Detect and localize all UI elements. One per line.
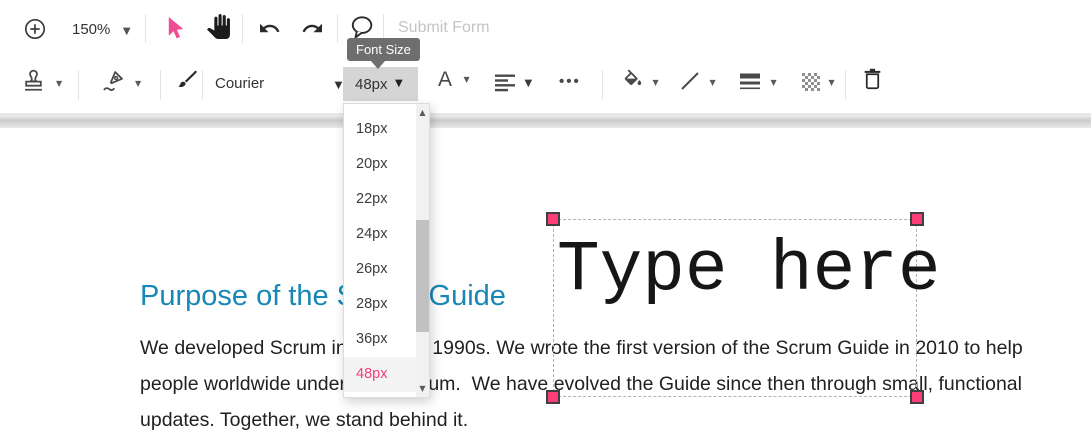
chevron-down-icon[interactable]: ▼ [135, 80, 141, 88]
divider [845, 70, 846, 100]
formatting-toolbar: ▼ ▼ Courier ▼ 48px ▼ A ▼ ▼ ••• ▼ ▼ ▼ ▼ [0, 57, 1091, 114]
font-size-select[interactable]: 48px ▼ [343, 67, 418, 101]
diagonal-line-icon [679, 72, 705, 96]
resize-handle-bottom-left[interactable] [546, 390, 560, 404]
page-edge-strip [0, 114, 1091, 128]
redo-icon [300, 23, 325, 41]
font-color-label: A [438, 68, 453, 91]
font-size-option[interactable]: 18px [344, 112, 416, 147]
font-size-option[interactable]: 22px [344, 182, 416, 217]
chevron-down-icon: ▼ [334, 80, 343, 91]
checker-pattern-icon [802, 73, 824, 95]
font-size-tooltip: Font Size [347, 38, 420, 69]
menu-scrollbar[interactable]: ▲ ▼ [416, 104, 429, 397]
redo-button[interactable] [299, 19, 325, 39]
stamp-icon [20, 69, 47, 98]
chevron-down-icon: ▼ [770, 78, 777, 87]
font-size-option-list: 18px 20px 22px 24px 26px 28px 36px 48px [344, 112, 416, 392]
resize-handle-top-right[interactable] [910, 212, 924, 226]
font-size-option[interactable]: 26px [344, 252, 416, 287]
chevron-down-icon: ▼ [122, 26, 131, 37]
cursor-arrow-icon [162, 17, 186, 45]
chevron-down-icon: ▼ [463, 75, 470, 84]
zoom-in-icon [23, 18, 47, 44]
chevron-down-icon: ▼ [828, 78, 835, 87]
resize-handle-top-left[interactable] [546, 212, 560, 226]
more-options-button[interactable]: ••• [559, 73, 581, 90]
font-family-select[interactable]: Courier ▼ [215, 75, 342, 93]
delete-button[interactable] [858, 66, 886, 96]
paint-bucket-icon [622, 69, 648, 96]
zoom-level-value: 150% [72, 21, 111, 38]
chevron-down-icon[interactable]: ▼ [56, 80, 62, 88]
brush-icon [174, 70, 200, 98]
font-size-option[interactable]: 28px [344, 287, 416, 322]
scroll-up-icon[interactable]: ▲ [416, 108, 429, 117]
divider [78, 70, 79, 100]
stamp-tool-button[interactable] [18, 66, 48, 98]
font-size-value: 48px [355, 76, 388, 93]
undo-icon [257, 23, 282, 41]
tooltip-label: Font Size [356, 42, 411, 57]
text-annotation-value[interactable]: Type here [557, 231, 940, 311]
line-weight-button[interactable]: ▼ [740, 73, 777, 96]
line-tool-button[interactable]: ▼ [679, 70, 716, 97]
font-size-menu: 18px 20px 22px 24px 26px 28px 36px 48px … [343, 103, 430, 398]
font-size-option-selected[interactable]: 48px [344, 357, 416, 392]
fountain-pen-icon [99, 71, 128, 98]
divider [145, 14, 146, 43]
document-heading: Purpose of the Scrum Guide [140, 280, 506, 312]
font-size-option[interactable]: 24px [344, 217, 416, 252]
divider [242, 14, 243, 43]
pattern-fill-button[interactable]: ▼ [802, 73, 835, 96]
scroll-down-icon[interactable]: ▼ [416, 384, 429, 393]
submit-form-button[interactable]: Submit Form [398, 19, 490, 37]
align-button[interactable]: ▼ [495, 74, 532, 97]
signature-tool-button[interactable] [97, 66, 129, 98]
fill-color-button[interactable]: ▼ [622, 69, 659, 97]
document-body-line: updates. Together, we stand behind it. [140, 409, 469, 431]
chevron-down-icon: ▼ [395, 78, 403, 89]
editor-window: 150% ▼ Submit Form ▼ ▼ Courier ▼ 48px ▼ … [0, 0, 1091, 446]
align-lines-icon [495, 74, 521, 96]
font-size-option[interactable]: 20px [344, 147, 416, 182]
select-tool-button[interactable] [161, 15, 187, 43]
zoom-level-select[interactable]: 150% ▼ [72, 21, 131, 39]
scrollbar-thumb[interactable] [416, 220, 429, 332]
draw-tool-button[interactable] [173, 66, 201, 98]
divider [202, 70, 203, 100]
hand-icon [206, 14, 231, 42]
divider [602, 70, 603, 100]
zoom-in-button[interactable] [22, 17, 48, 43]
chevron-down-icon: ▼ [652, 78, 659, 87]
font-color-button[interactable]: A ▼ [438, 68, 470, 92]
font-size-option[interactable]: 36px [344, 322, 416, 357]
tooltip-arrow [371, 61, 385, 69]
chevron-down-icon: ▼ [709, 78, 716, 87]
trash-icon [860, 68, 885, 96]
primary-toolbar: 150% ▼ Submit Form [0, 0, 1091, 57]
resize-handle-bottom-right[interactable] [910, 390, 924, 404]
font-family-value: Courier [215, 75, 265, 92]
divider [160, 70, 161, 100]
undo-button[interactable] [256, 19, 282, 39]
divider [337, 14, 338, 43]
hand-tool-button[interactable] [204, 14, 232, 42]
chevron-down-icon: ▼ [524, 78, 533, 89]
line-weight-icon [740, 73, 766, 95]
